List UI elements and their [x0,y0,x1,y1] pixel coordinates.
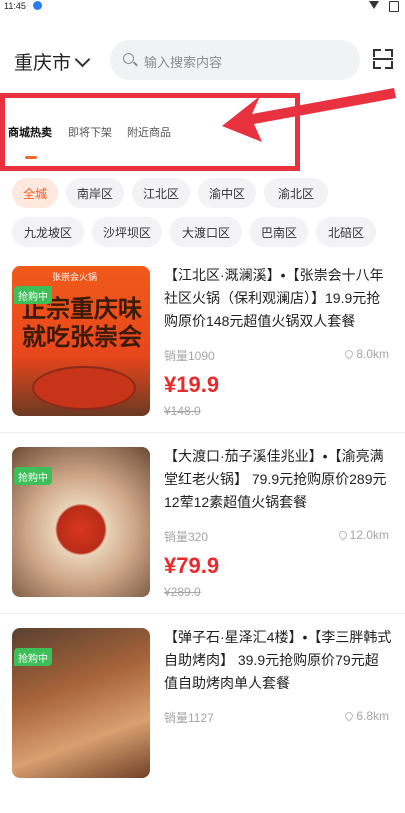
city-label: 重庆市 [14,53,72,74]
product-title: 【江北区·溉澜溪】•【张崇会十八年社区火锅（保利观澜店）】19.9元抢购原价14… [164,267,384,329]
chip-jiangbei[interactable]: 江北区 [132,178,190,208]
city-selector[interactable]: 重庆市 [14,48,91,75]
product-card[interactable]: 抢购中 【弹子石·星泽汇4楼】•【李三胖韩式自助烤肉】 39.9元抢购原价79元… [0,628,405,813]
annotation-arrow-icon [222,88,396,142]
status-badge: 抢购中 [14,648,52,666]
chip-yubei[interactable]: 渝北区 [264,178,328,208]
scan-icon[interactable] [373,49,393,69]
search-input[interactable]: 输入搜索内容 [110,40,360,80]
product-distance: 6.8km [343,709,389,723]
product-image: 抢购中 [12,447,150,597]
notification-icon [33,1,42,10]
product-title: 【弹子石·星泽汇4楼】•【李三胖韩式自助烤肉】 39.9元抢购原价79元超值自助… [164,629,392,691]
top-bar: 重庆市 输入搜索内容 [0,40,405,80]
battery-icon [389,1,399,12]
wifi-icon [369,1,379,9]
divider [0,613,405,614]
product-original-price: ¥148.0 [164,404,201,418]
divider [0,432,405,433]
chip-beibei[interactable]: 北碚区 [316,217,376,247]
hotpot-graphic [32,366,136,410]
search-icon [123,53,134,64]
product-sales: 销量1127 [164,711,214,725]
product-distance: 8.0km [343,347,389,361]
tab-ending-soon[interactable]: 即将下架 [68,124,112,140]
distance-value: 12.0km [349,528,389,542]
chip-banan[interactable]: 巴南区 [250,217,308,247]
product-image: 张崇会火锅 正宗重庆味就吃张崇会 抢购中 [12,266,150,416]
chip-yuzhong[interactable]: 渝中区 [198,178,256,208]
image-caption: 张崇会火锅 [52,272,98,282]
location-pin-icon [343,348,355,360]
product-card[interactable]: 张崇会火锅 正宗重庆味就吃张崇会 抢购中 【江北区·溉澜溪】•【张崇会十八年社区… [0,266,405,451]
chip-dadukou[interactable]: 大渡口区 [170,217,242,247]
status-bar: 11:45 [0,0,405,14]
product-sales: 销量320 [164,530,209,544]
chip-shapingba[interactable]: 沙坪坝区 [92,217,162,247]
product-price: ¥19.9 [164,372,220,397]
product-sales: 销量1090 [164,349,215,363]
image-slogan: 正宗重庆味就吃张崇会 [22,296,142,351]
product-price: ¥79.9 [164,553,220,578]
product-title: 【大渡口·茄子溪佳兆业】•【渝亮满堂红老火锅】 79.9元抢购原价289元12荤… [164,448,387,510]
distance-value: 8.0km [356,347,389,361]
location-pin-icon [336,529,349,541]
tab-nearby[interactable]: 附近商品 [127,124,171,140]
chip-jiulongpo[interactable]: 九龙坡区 [12,217,84,247]
tab-indicator [25,156,37,159]
tab-hot-sale[interactable]: 商城热卖 [8,124,52,140]
status-badge: 抢购中 [14,467,52,485]
status-time: 11:45 [4,1,26,11]
search-placeholder: 输入搜索内容 [144,55,223,70]
product-distance: 12.0km [336,528,389,542]
chip-nanan[interactable]: 南岸区 [66,178,124,208]
chip-all-city[interactable]: 全城 [12,178,58,208]
product-card[interactable]: 抢购中 【大渡口·茄子溪佳兆业】•【渝亮满堂红老火锅】 79.9元抢购原价289… [0,447,405,632]
distance-value: 6.8km [356,709,389,723]
product-image: 抢购中 [12,628,150,778]
status-badge: 抢购中 [14,286,52,304]
product-original-price: ¥289.0 [164,585,201,599]
chevron-down-icon [74,51,91,67]
